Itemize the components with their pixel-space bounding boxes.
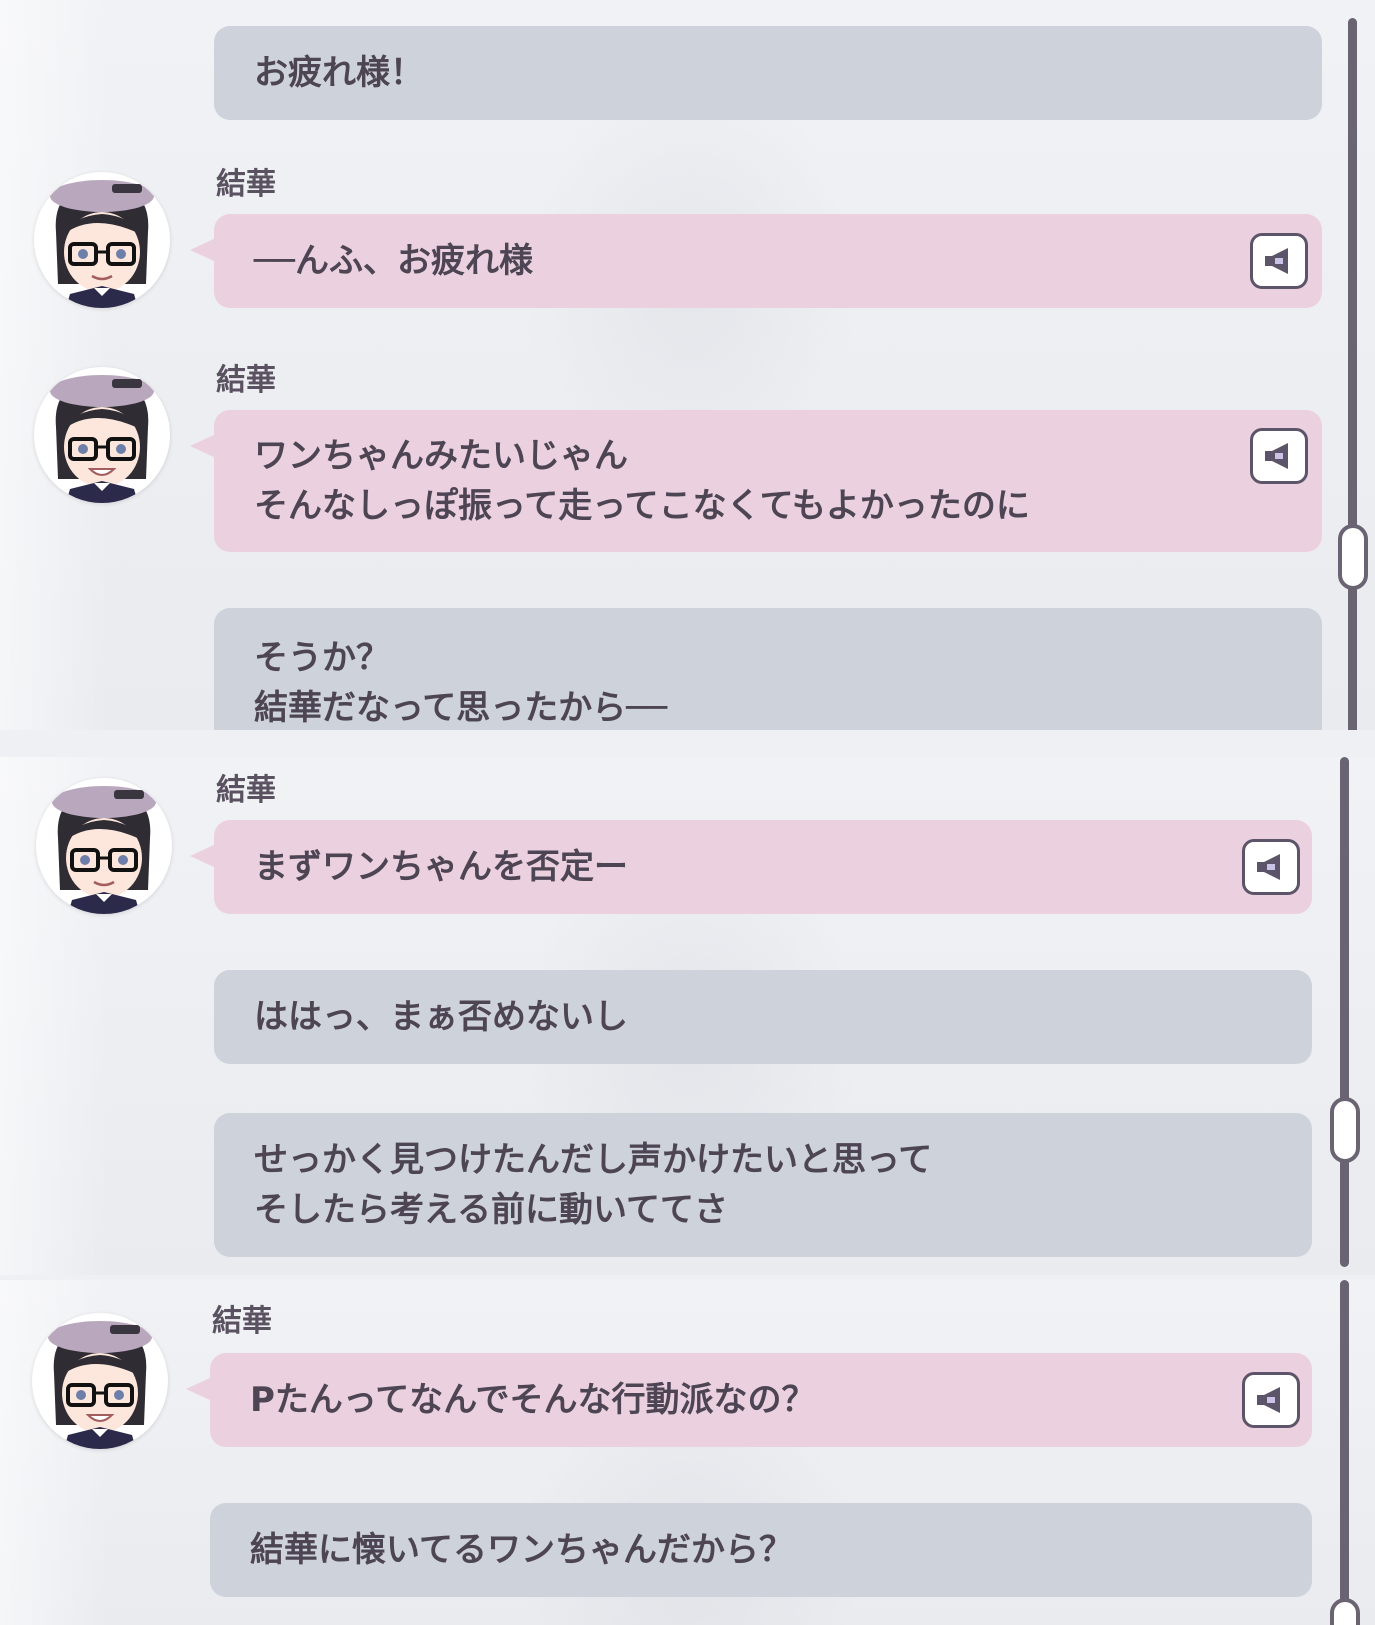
character-avatar-icon [48, 1321, 152, 1449]
log-panel-3: 結華 Pたんってなんでそんな行動派なの？ 結華に懐いてるワンちゃんだから？ [0, 1280, 1375, 1625]
scrollbar-track[interactable] [1348, 18, 1357, 730]
speaker-name: 結華 [216, 363, 276, 398]
message-bubble-player: せっかく見つけたんだし声かけたいと思って そしたら考える前に動いててさ [214, 1113, 1312, 1257]
message-bubble-character: ──んふ、お疲れ様 [190, 214, 1322, 308]
message-text: ワンちゃんみたいじゃん [254, 436, 628, 476]
message-text: ははっ、まぁ否めないし [254, 997, 628, 1037]
message-text: お疲れ様！ [254, 53, 424, 93]
character-avatar-icon [52, 786, 156, 914]
speaker-name: 結華 [216, 167, 276, 202]
message-text: そしたら考える前に動いててさ [254, 1190, 728, 1230]
voice-play-button[interactable] [1242, 1372, 1300, 1428]
message-bubble-character: まずワンちゃんを否定ー [190, 820, 1312, 914]
scrollbar-thumb[interactable] [1338, 524, 1368, 590]
scrollbar-thumb[interactable] [1330, 1097, 1360, 1163]
message-text: そんなしっぽ振って走ってこなくてもよかったのに [254, 486, 1030, 526]
message-bubble-player: そうか？ 結華だなって思ったから── [214, 608, 1322, 730]
character-avatar [36, 778, 172, 914]
speaker-name: 結華 [216, 773, 276, 808]
message-bubble-character: Pたんってなんでそんな行動派なの？ [186, 1353, 1312, 1447]
message-text: そうか？ [254, 638, 390, 678]
message-text: せっかく見つけたんだし声かけたいと思って [254, 1140, 933, 1180]
message-bubble-player: 結華に懐いてるワンちゃんだから？ [210, 1503, 1312, 1597]
message-bubble-player: お疲れ様！ [214, 26, 1322, 120]
speaker-icon [1265, 248, 1288, 274]
message-text: Pたんってなんでそんな行動派なの？ [250, 1380, 816, 1420]
speaker-icon [1265, 443, 1288, 469]
log-panel-2: 結華 まずワンちゃんを否定ー ははっ、まぁ否めないし せっかく見つけたんだし声か… [0, 757, 1375, 1275]
speaker-icon [1257, 1387, 1280, 1413]
character-avatar-icon [50, 375, 154, 503]
message-text: ──んふ、お疲れ様 [254, 241, 533, 281]
scrollbar-track[interactable] [1340, 757, 1349, 1267]
character-avatar-icon [50, 180, 154, 308]
voice-play-button[interactable] [1250, 233, 1308, 289]
message-bubble-character: ワンちゃんみたいじゃん そんなしっぽ振って走ってこなくてもよかったのに [190, 410, 1322, 552]
character-avatar [34, 367, 170, 503]
message-text: 結華だなって思ったから── [254, 688, 668, 728]
message-text: まずワンちゃんを否定ー [254, 847, 628, 887]
message-bubble-player: ははっ、まぁ否めないし [214, 970, 1312, 1064]
character-avatar [32, 1313, 168, 1449]
character-avatar [34, 172, 170, 308]
voice-play-button[interactable] [1250, 428, 1308, 484]
log-panel-1: お疲れ様！ 結華 ──んふ、お疲れ様 結華 ワンちゃんみたいじゃん そんなしっぽ… [0, 0, 1375, 730]
voice-play-button[interactable] [1242, 839, 1300, 895]
scrollbar-thumb[interactable] [1330, 1598, 1360, 1625]
scrollbar-track[interactable] [1340, 1280, 1349, 1625]
speaker-name: 結華 [212, 1304, 272, 1339]
speaker-icon [1257, 854, 1280, 880]
message-text: 結華に懐いてるワンちゃんだから？ [250, 1530, 793, 1570]
